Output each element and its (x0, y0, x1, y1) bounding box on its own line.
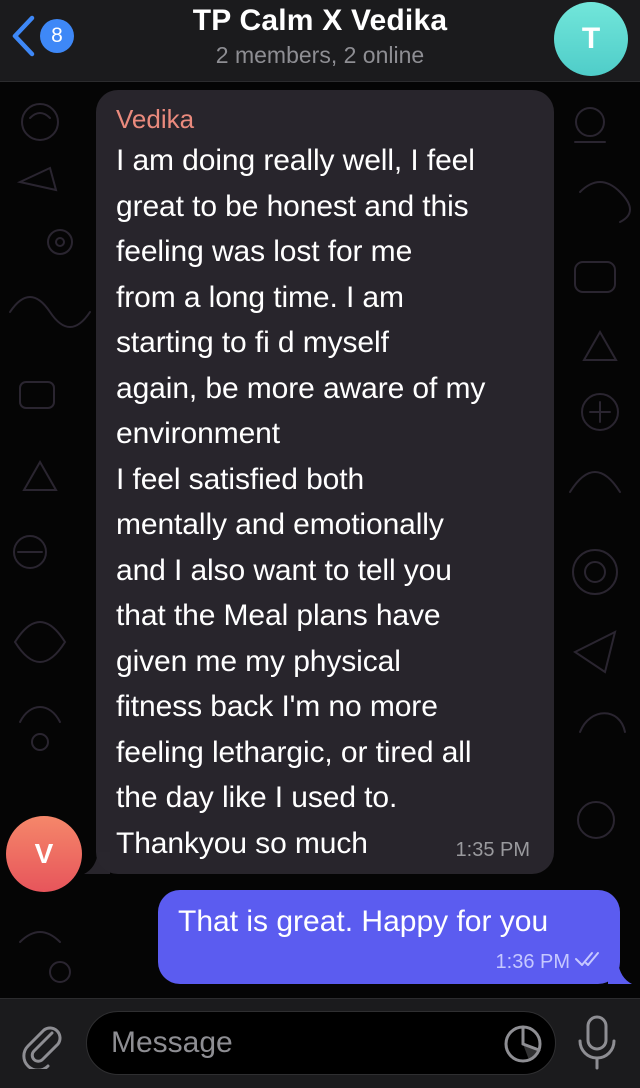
outgoing-message-bubble[interactable]: That is great. Happy for you 1:36 PM (158, 890, 620, 984)
attach-button[interactable] (18, 1019, 68, 1072)
sender-name[interactable]: Vedika (116, 102, 534, 136)
message-text: I am doing really well, I feel great to … (116, 144, 486, 860)
double-check-icon (570, 950, 604, 974)
message-time: 1:36 PM (495, 950, 570, 973)
sticker-button[interactable] (503, 1024, 543, 1064)
message-meta: 1:36 PM (496, 950, 604, 974)
microphone-icon (574, 1015, 620, 1077)
sender-avatar[interactable]: V (6, 816, 82, 892)
group-avatar[interactable]: T (554, 2, 628, 76)
message-field[interactable] (86, 1011, 556, 1075)
message-time: 1:35 PM (455, 839, 530, 861)
composer-bar (0, 998, 640, 1088)
message-list[interactable]: Vedika I am doing really well, I feel gr… (0, 82, 640, 998)
paperclip-icon (18, 1026, 68, 1073)
message-input[interactable] (111, 1012, 491, 1074)
chat-title[interactable]: TP Calm X Vedika (0, 4, 640, 38)
members-status: 2 members, 2 online (215, 42, 425, 68)
incoming-message-bubble[interactable]: Vedika I am doing really well, I feel gr… (96, 90, 554, 874)
sticker-icon (503, 1025, 543, 1068)
voice-record-button[interactable] (574, 1013, 620, 1073)
message-text: That is great. Happy for you (178, 905, 549, 938)
chat-header: 8 TP Calm X Vedika 2 members, 2 online T (0, 0, 640, 82)
bubble-tail (608, 962, 632, 984)
